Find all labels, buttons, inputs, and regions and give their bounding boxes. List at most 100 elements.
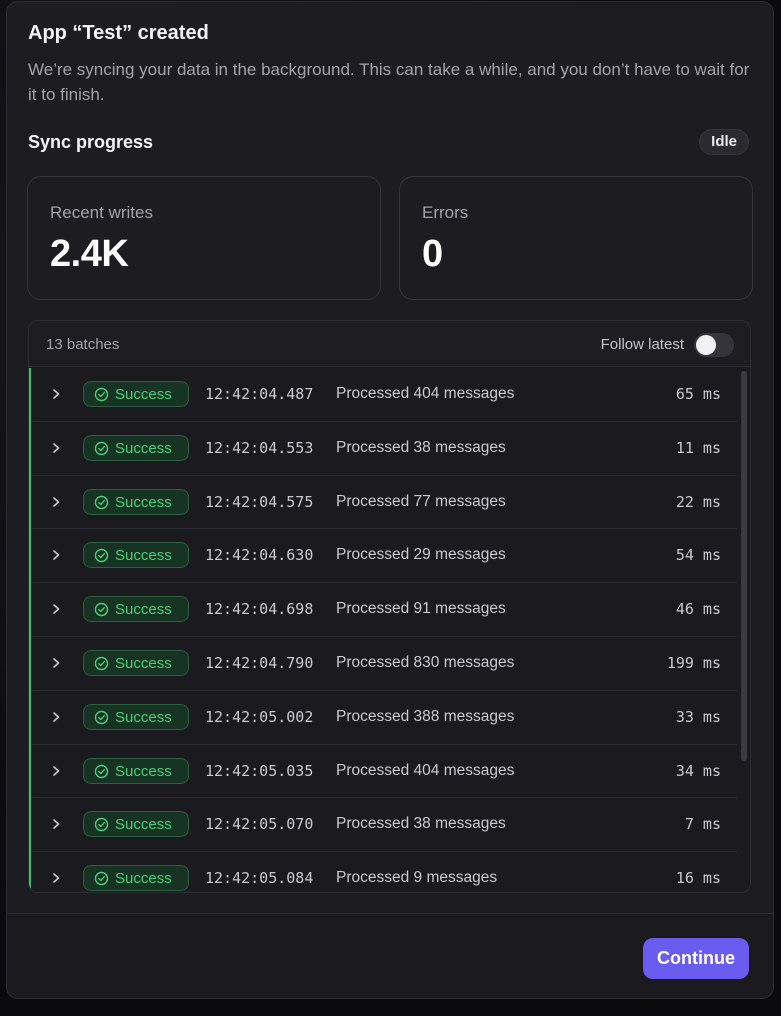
batch-row[interactable]: Success 12:42:05.035 Processed 404 message…	[31, 745, 737, 799]
check-circle-icon	[94, 656, 109, 671]
status-label: Success	[115, 493, 172, 511]
errors-label: Errors	[422, 203, 469, 222]
batch-message: Processed 77 messages	[336, 492, 506, 510]
follow-latest-toggle[interactable]	[694, 333, 734, 357]
batches-header: 13 batches Follow latest	[29, 321, 750, 367]
chevron-right-icon[interactable]	[49, 817, 63, 831]
batch-row[interactable]: Success 12:42:04.790 Processed 830 message…	[31, 637, 737, 691]
chevron-right-icon[interactable]	[49, 656, 63, 670]
check-circle-icon	[94, 871, 109, 886]
chevron-right-icon[interactable]	[49, 548, 63, 562]
batch-duration: 33 ms	[675, 707, 721, 726]
batch-timestamp: 12:42:04.487	[205, 385, 314, 403]
status-badge: Success	[83, 488, 189, 515]
batch-row[interactable]: Success 12:42:05.002 Processed 388 message…	[31, 691, 737, 745]
batch-row[interactable]: Success 12:42:04.487 Processed 404 message…	[31, 368, 737, 422]
batch-row[interactable]: Success 12:42:05.070 Processed 38 messages…	[31, 798, 737, 853]
check-circle-icon	[94, 387, 109, 402]
chevron-right-icon[interactable]	[49, 602, 63, 616]
batch-duration: 16 ms	[675, 869, 721, 888]
chevron-right-icon[interactable]	[49, 387, 63, 401]
check-circle-icon	[94, 441, 109, 455]
batch-message: Processed 38 messages	[336, 438, 506, 456]
sync-status-badge: Idle	[699, 129, 749, 155]
recent-writes-label: Recent writes	[50, 203, 153, 222]
batch-message: Processed 404 messages	[336, 385, 515, 402]
status-label: Success	[115, 708, 172, 726]
status-label: Success	[115, 386, 172, 403]
toggle-knob	[696, 335, 716, 355]
batch-duration: 7 ms	[684, 815, 721, 834]
batch-message: Processed 29 messages	[336, 546, 506, 564]
chevron-right-icon[interactable]	[49, 441, 63, 455]
batch-message: Processed 91 messages	[336, 600, 506, 618]
batch-duration: 11 ms	[675, 438, 721, 457]
app-created-dialog: App “Test” created We’re syncing your da…	[6, 1, 774, 999]
status-label: Success	[115, 547, 172, 565]
continue-button[interactable]: Continue	[643, 938, 749, 979]
check-circle-icon	[94, 495, 109, 509]
status-badge: Success	[83, 703, 189, 730]
batch-timestamp: 12:42:04.790	[205, 653, 314, 672]
status-label: Success	[115, 439, 172, 457]
batch-row[interactable]: Success 12:42:04.553 Processed 38 messages…	[31, 422, 737, 476]
recent-writes-card: Recent writes 2.4K	[27, 176, 381, 300]
batch-duration: 65 ms	[675, 385, 721, 403]
batch-duration: 54 ms	[675, 546, 721, 565]
chevron-right-icon[interactable]	[49, 710, 63, 724]
status-badge: Success	[83, 381, 189, 407]
batch-timestamp: 12:42:04.630	[205, 546, 314, 565]
batch-timestamp: 12:42:04.698	[205, 600, 314, 619]
chevron-right-icon[interactable]	[49, 871, 63, 885]
batch-message: Processed 388 messages	[336, 707, 515, 725]
batch-duration: 199 ms	[666, 653, 721, 672]
recent-writes-value: 2.4K	[50, 233, 129, 275]
batch-row[interactable]: Success 12:42:04.630 Processed 29 messages…	[31, 529, 737, 584]
batch-message: Processed 404 messages	[336, 761, 515, 779]
batch-message: Processed 9 messages	[336, 869, 498, 887]
batch-timestamp: 12:42:04.575	[205, 492, 314, 511]
batch-count: 13 batches	[46, 336, 120, 353]
chevron-right-icon[interactable]	[49, 495, 63, 509]
batch-list-scrollbar[interactable]	[741, 371, 747, 761]
status-badge: Success	[83, 865, 189, 892]
follow-latest-label: Follow latest	[600, 336, 684, 353]
check-circle-icon	[94, 549, 109, 563]
dialog-footer: Continue	[7, 913, 773, 998]
status-label: Success	[115, 601, 172, 619]
batch-row[interactable]: Success 12:42:04.698 Processed 91 messages…	[31, 583, 737, 637]
batch-duration: 46 ms	[675, 600, 721, 619]
check-circle-icon	[94, 710, 109, 724]
batch-timestamp: 12:42:05.070	[205, 815, 314, 834]
errors-card: Errors 0	[399, 176, 753, 300]
dialog-description: We’re syncing your data in the backgroun…	[28, 60, 750, 104]
batch-timestamp: 12:42:05.035	[205, 761, 314, 780]
batches-panel: 13 batches Follow latest Success 12:42:04…	[28, 320, 751, 893]
batch-list: Success 12:42:04.487 Processed 404 message…	[29, 368, 737, 892]
check-circle-icon	[94, 764, 109, 778]
batch-message: Processed 38 messages	[336, 815, 506, 833]
status-label: Success	[115, 762, 172, 780]
status-label: Success	[115, 654, 172, 672]
dialog-title: App “Test” created	[28, 22, 209, 44]
status-badge: Success	[83, 542, 189, 569]
status-label: Success	[115, 870, 172, 888]
sync-progress-title: Sync progress	[28, 132, 154, 152]
status-badge: Success	[83, 811, 189, 838]
batch-duration: 22 ms	[675, 492, 721, 511]
batch-row[interactable]: Success 12:42:05.084 Processed 9 messages 1…	[31, 852, 737, 892]
check-circle-icon	[94, 818, 109, 832]
batch-duration: 34 ms	[675, 761, 721, 780]
status-badge: Success	[83, 649, 189, 676]
batch-timestamp: 12:42:04.553	[205, 438, 314, 457]
batch-timestamp: 12:42:05.002	[205, 707, 314, 726]
errors-value: 0	[422, 233, 443, 275]
status-badge: Success	[83, 596, 189, 623]
batch-row[interactable]: Success 12:42:04.575 Processed 77 messages…	[31, 476, 737, 530]
batch-message: Processed 830 messages	[336, 653, 515, 671]
status-label: Success	[115, 816, 172, 834]
check-circle-icon	[94, 602, 109, 617]
chevron-right-icon[interactable]	[49, 764, 63, 778]
status-badge: Success	[83, 434, 189, 461]
batch-timestamp: 12:42:05.084	[205, 869, 314, 888]
